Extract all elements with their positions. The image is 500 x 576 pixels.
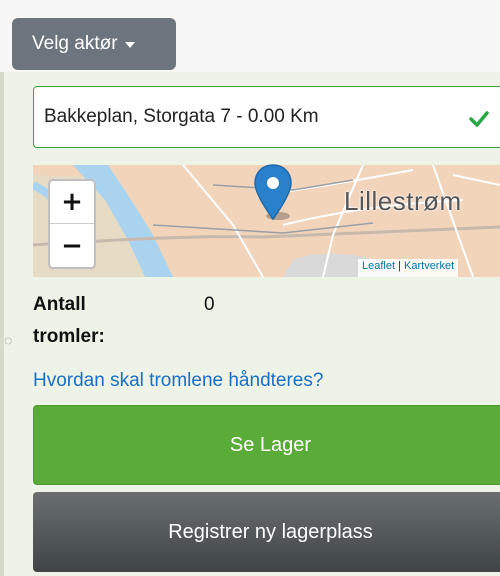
- zoom-out-button[interactable]: −: [50, 225, 94, 267]
- page: Velg aktør Bakkeplan, Storgata 7 - 0.00 …: [0, 0, 500, 576]
- see-storage-label: Se Lager: [229, 433, 312, 456]
- map-city-label: Lillestrøm: [344, 186, 462, 216]
- attribution-separator: |: [398, 260, 401, 272]
- drum-count-label: Antall tromler:: [33, 294, 105, 347]
- zoom-control: + −: [48, 179, 96, 269]
- kartverket-link[interactable]: Kartverket: [404, 260, 454, 272]
- check-icon: [469, 111, 489, 127]
- zoom-in-button[interactable]: +: [50, 181, 94, 224]
- register-storage-button[interactable]: Registrer ny lagerplass: [33, 492, 500, 572]
- map-marker-icon[interactable]: [252, 163, 294, 223]
- select-actor-button[interactable]: Velg aktør: [12, 18, 176, 70]
- drum-count-value: 0: [204, 294, 215, 315]
- location-select-value: Bakkeplan, Storgata 7 - 0.00 Km: [44, 106, 319, 127]
- edge-mark-icon: ◌: [4, 332, 13, 348]
- leaflet-link[interactable]: Leaflet: [362, 260, 395, 272]
- drum-handling-help-link[interactable]: Hvordan skal tromlene håndteres?: [33, 370, 323, 392]
- register-storage-label: Registrer ny lagerplass: [168, 520, 373, 543]
- map-attribution: Leaflet | Kartverket: [358, 259, 459, 277]
- select-actor-label: Velg aktør: [32, 33, 118, 54]
- see-storage-button[interactable]: Se Lager: [33, 405, 500, 485]
- caret-down-icon: [124, 42, 135, 48]
- location-select[interactable]: Bakkeplan, Storgata 7 - 0.00 Km: [33, 86, 500, 148]
